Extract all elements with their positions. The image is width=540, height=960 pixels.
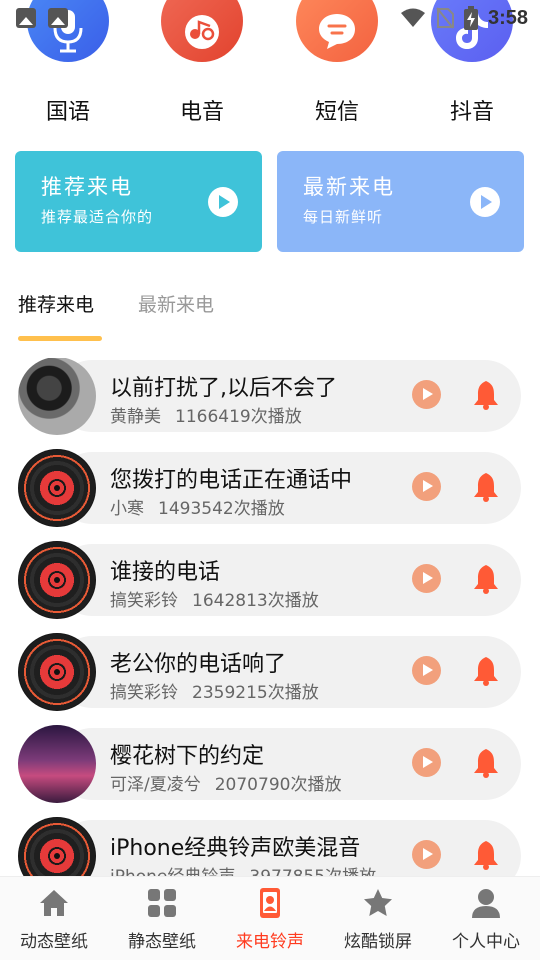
ringtone-meta: iPhone经典铃声 3977855次播放 <box>110 862 376 876</box>
battery-charging-icon <box>463 6 478 30</box>
list-item[interactable]: 您拨打的电话正在通话中 小寒 1493542次播放 <box>18 449 521 527</box>
ringtone-artist: 可泽/夏凌兮 <box>110 775 201 795</box>
list-item[interactable]: 樱花树下的约定 可泽/夏凌兮 2070790次播放 <box>18 725 521 803</box>
phone-icon <box>260 888 280 918</box>
bell-icon[interactable] <box>473 472 499 502</box>
category-label: 抖音 <box>449 100 494 125</box>
ringtone-title: iPhone经典铃声欧美混音 <box>110 836 361 861</box>
bell-icon[interactable] <box>473 748 499 778</box>
category-label: 短信 <box>314 100 359 125</box>
tab-recommended[interactable]: 推荐来电 <box>18 290 94 317</box>
nav-lock-screen[interactable]: 炫酷锁屏 <box>324 877 432 960</box>
ringtone-artist: 小寒 <box>110 499 144 519</box>
photo-icon <box>48 8 68 28</box>
ringtone-title: 谁接的电话 <box>110 560 221 585</box>
tab-active-indicator <box>18 336 102 341</box>
image-icon <box>16 8 36 28</box>
banner-subtitle: 每日新鲜听 <box>303 208 384 226</box>
nav-ringtones[interactable]: 来电铃声 <box>216 877 324 960</box>
ringtone-meta: 搞笑彩铃 2359215次播放 <box>110 678 319 703</box>
bottom-navigation: 动态壁纸 静态壁纸 来电铃声 炫酷锁屏 个人中心 <box>0 876 540 960</box>
ringtone-meta: 小寒 1493542次播放 <box>110 494 285 519</box>
no-sim-icon <box>436 7 454 29</box>
nav-label: 来电铃声 <box>236 932 304 952</box>
list-item[interactable]: 以前打扰了,以后不会了 黄静美 1166419次播放 <box>18 358 521 435</box>
ringtone-meta: 可泽/夏凌兮 2070790次播放 <box>110 770 341 795</box>
ringtone-plays: 3977855次播放 <box>249 867 376 876</box>
status-time: 3:58 <box>487 6 528 29</box>
nav-label: 动态壁纸 <box>20 932 88 952</box>
person-icon <box>472 889 500 918</box>
banner-title: 最新来电 <box>303 175 395 199</box>
status-right: 3:58 <box>400 6 528 30</box>
cover-image <box>18 358 96 435</box>
ringtone-plays: 1493542次播放 <box>158 499 285 519</box>
ringtone-artist: 黄静美 <box>110 407 161 427</box>
ringtone-title: 以前打扰了,以后不会了 <box>110 376 337 401</box>
play-icon[interactable] <box>208 187 238 217</box>
nav-static-wallpaper[interactable]: 静态壁纸 <box>108 877 216 960</box>
ringtone-plays: 2070790次播放 <box>214 775 342 795</box>
tab-latest[interactable]: 最新来电 <box>138 290 214 317</box>
grid-icon <box>148 889 176 917</box>
ringtone-artist: iPhone经典铃声 <box>110 867 235 876</box>
play-icon[interactable] <box>470 187 500 217</box>
play-icon[interactable] <box>412 472 441 501</box>
status-bar: 3:58 <box>0 0 540 36</box>
list-item[interactable]: iPhone经典铃声欧美混音 iPhone经典铃声 3977855次播放 <box>18 817 521 876</box>
ringtone-meta: 搞笑彩铃 1642813次播放 <box>110 586 319 611</box>
bell-icon[interactable] <box>473 564 499 594</box>
ringtone-artist: 搞笑彩铃 <box>110 591 178 611</box>
list-item[interactable]: 老公你的电话响了 搞笑彩铃 2359215次播放 <box>18 633 521 711</box>
home-icon <box>40 890 68 916</box>
vinyl-record-icon <box>18 541 96 619</box>
ringtone-list[interactable]: 以前打扰了,以后不会了 黄静美 1166419次播放 您拨打的电话正在通话中 小寒… <box>0 358 540 876</box>
ringtone-plays: 1166419次播放 <box>175 407 302 427</box>
play-icon[interactable] <box>412 748 441 777</box>
ringtone-title: 老公你的电话响了 <box>110 652 287 677</box>
ringtone-title: 您拨打的电话正在通话中 <box>110 468 353 493</box>
vinyl-record-icon <box>18 633 96 711</box>
play-icon[interactable] <box>412 564 441 593</box>
bell-icon[interactable] <box>473 840 499 870</box>
nav-live-wallpaper[interactable]: 动态壁纸 <box>0 877 108 960</box>
ringtone-meta: 黄静美 1166419次播放 <box>110 402 302 427</box>
ringtone-artist: 搞笑彩铃 <box>110 683 178 703</box>
nav-profile[interactable]: 个人中心 <box>432 877 540 960</box>
category-label: 电音 <box>179 100 224 125</box>
nav-label: 静态壁纸 <box>128 932 196 952</box>
status-left-icons <box>16 8 68 28</box>
banner-subtitle: 推荐最适合你的 <box>41 208 154 226</box>
banner-latest[interactable]: 最新来电 每日新鲜听 <box>277 151 524 252</box>
banner-title: 推荐来电 <box>41 175 133 199</box>
bell-icon[interactable] <box>473 380 499 410</box>
bell-icon[interactable] <box>473 656 499 686</box>
banner-recommended[interactable]: 推荐来电 推荐最适合你的 <box>15 151 262 252</box>
nav-label: 个人中心 <box>452 932 520 952</box>
ringtone-plays: 2359215次播放 <box>192 683 319 703</box>
vinyl-record-icon <box>18 449 96 527</box>
category-label: 国语 <box>45 100 90 125</box>
list-item[interactable]: 谁接的电话 搞笑彩铃 1642813次播放 <box>18 541 521 619</box>
play-icon[interactable] <box>412 380 441 409</box>
ringtone-title: 樱花树下的约定 <box>110 744 265 769</box>
nav-label: 炫酷锁屏 <box>344 932 412 952</box>
star-icon <box>364 889 392 916</box>
wifi-icon <box>400 8 425 27</box>
ringtone-plays: 1642813次播放 <box>192 591 319 611</box>
cover-image <box>18 725 96 803</box>
play-icon[interactable] <box>412 840 441 869</box>
play-icon[interactable] <box>412 656 441 685</box>
